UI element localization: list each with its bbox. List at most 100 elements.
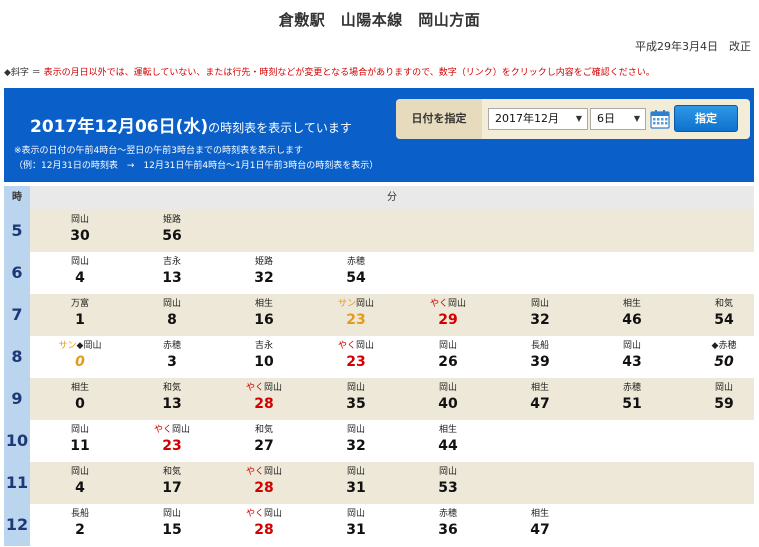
minute-link[interactable]: 3 — [126, 352, 218, 372]
departure-cell[interactable]: 岡山 43 — [586, 336, 678, 378]
departure-cell[interactable]: 岡山 30 — [34, 210, 126, 252]
departure-cell[interactable]: 長船 39 — [494, 336, 586, 378]
departure-cell[interactable]: 岡山 40 — [402, 378, 494, 420]
departure-cell[interactable]: やく岡山 23 — [310, 336, 402, 378]
destination-text: 岡山 — [70, 215, 89, 225]
destination-label: 長船 — [34, 504, 126, 520]
departure-cell[interactable]: 姫路 56 — [126, 210, 218, 252]
minute-link[interactable]: 27 — [218, 436, 310, 456]
minute-link[interactable]: 11 — [34, 436, 126, 456]
minute-link[interactable]: 47 — [494, 520, 586, 540]
minute-link[interactable]: 17 — [126, 478, 218, 498]
minute-link[interactable]: 1 — [34, 310, 126, 330]
minute-link[interactable]: 39 — [494, 352, 586, 372]
minute-link[interactable]: 23 — [126, 436, 218, 456]
minute-link[interactable]: 30 — [34, 226, 126, 246]
month-select[interactable]: 2017年12月 ▼ — [488, 108, 588, 130]
minute-link[interactable]: 43 — [586, 352, 678, 372]
departure-cell[interactable]: 岡山 15 — [126, 504, 218, 546]
departure-cell[interactable]: 和気 17 — [126, 462, 218, 504]
departure-cell[interactable]: 和気 54 — [678, 294, 759, 336]
departure-cell[interactable]: 相生 16 — [218, 294, 310, 336]
minute-link[interactable]: 2 — [34, 520, 126, 540]
banner-title: 2017年12月06日(水)の時刻表を表示しています — [30, 112, 352, 137]
minute-link[interactable]: 15 — [126, 520, 218, 540]
minute-link[interactable]: 46 — [586, 310, 678, 330]
departure-cell[interactable]: 和気 13 — [126, 378, 218, 420]
departure-cell[interactable]: 相生 46 — [586, 294, 678, 336]
departure-cell[interactable]: ◆赤穂 50 — [678, 336, 759, 378]
departure-cell[interactable]: 岡山 4 — [34, 462, 126, 504]
departure-cell[interactable]: 和気 27 — [218, 420, 310, 462]
departure-cell[interactable]: やく岡山 28 — [218, 378, 310, 420]
minute-link[interactable]: 23 — [310, 310, 402, 330]
minute-link[interactable]: 32 — [218, 268, 310, 288]
departure-cell[interactable]: 岡山 35 — [310, 378, 402, 420]
minute-link[interactable]: 47 — [494, 394, 586, 414]
departure-cell[interactable]: やく岡山 23 — [126, 420, 218, 462]
departure-cell[interactable]: 岡山 11 — [34, 420, 126, 462]
minute-link[interactable]: 26 — [402, 352, 494, 372]
departure-cell[interactable]: 姫路 32 — [218, 252, 310, 294]
departure-cell[interactable]: 吉永 10 — [218, 336, 310, 378]
minute-link[interactable]: 36 — [402, 520, 494, 540]
departure-cell[interactable]: やく岡山 28 — [218, 462, 310, 504]
departure-cell[interactable]: 岡山 32 — [310, 420, 402, 462]
departure-cell[interactable]: 吉永 13 — [126, 252, 218, 294]
minute-link[interactable]: 56 — [126, 226, 218, 246]
destination-text: 相生 — [254, 299, 273, 309]
minute-link[interactable]: 13 — [126, 394, 218, 414]
minute-link[interactable]: 0 — [34, 352, 126, 372]
departure-cell[interactable]: 赤穂 51 — [586, 378, 678, 420]
departure-cell[interactable]: 赤穂 3 — [126, 336, 218, 378]
departure-cell[interactable]: サン◆岡山 0 — [34, 336, 126, 378]
minute-link[interactable]: 23 — [310, 352, 402, 372]
departure-cell[interactable]: 万富 1 — [34, 294, 126, 336]
departure-cell[interactable]: 赤穂 54 — [310, 252, 402, 294]
minute-link[interactable]: 54 — [678, 310, 759, 330]
minute-link[interactable]: 51 — [586, 394, 678, 414]
minute-link[interactable]: 28 — [218, 394, 310, 414]
minute-link[interactable]: 29 — [402, 310, 494, 330]
departure-cell[interactable]: 岡山 53 — [402, 462, 494, 504]
departure-cell[interactable]: やく岡山 28 — [218, 504, 310, 546]
departure-cell[interactable]: 長船 2 — [34, 504, 126, 546]
calendar-icon[interactable] — [650, 109, 670, 129]
submit-date-button[interactable]: 指定 — [674, 105, 738, 132]
departure-cell[interactable]: サン岡山 23 — [310, 294, 402, 336]
minute-link[interactable]: 4 — [34, 268, 126, 288]
minute-link[interactable]: 59 — [678, 394, 759, 414]
minute-link[interactable]: 0 — [34, 394, 126, 414]
departure-cell[interactable]: 相生 44 — [402, 420, 494, 462]
minute-link[interactable]: 50 — [678, 352, 759, 372]
minute-link[interactable]: 53 — [402, 478, 494, 498]
minute-link[interactable]: 28 — [218, 478, 310, 498]
departure-cell[interactable]: 相生 47 — [494, 378, 586, 420]
departure-cell[interactable]: 岡山 31 — [310, 504, 402, 546]
departure-cell[interactable]: 岡山 31 — [310, 462, 402, 504]
minute-link[interactable]: 32 — [310, 436, 402, 456]
minute-link[interactable]: 32 — [494, 310, 586, 330]
minute-link[interactable]: 4 — [34, 478, 126, 498]
minute-link[interactable]: 31 — [310, 478, 402, 498]
minute-link[interactable]: 13 — [126, 268, 218, 288]
minute-link[interactable]: 44 — [402, 436, 494, 456]
minute-link[interactable]: 10 — [218, 352, 310, 372]
departure-cell[interactable]: 相生 0 — [34, 378, 126, 420]
minute-link[interactable]: 31 — [310, 520, 402, 540]
departure-cell[interactable]: 岡山 8 — [126, 294, 218, 336]
minute-link[interactable]: 40 — [402, 394, 494, 414]
departure-cell[interactable]: 岡山 32 — [494, 294, 586, 336]
day-select[interactable]: 6日 ▼ — [590, 108, 646, 130]
minute-link[interactable]: 8 — [126, 310, 218, 330]
minute-link[interactable]: 16 — [218, 310, 310, 330]
departure-cell[interactable]: やく岡山 29 — [402, 294, 494, 336]
minute-link[interactable]: 35 — [310, 394, 402, 414]
departure-cell[interactable]: 赤穂 36 — [402, 504, 494, 546]
departure-cell[interactable]: 岡山 59 — [678, 378, 759, 420]
minute-link[interactable]: 54 — [310, 268, 402, 288]
minute-link[interactable]: 28 — [218, 520, 310, 540]
departure-cell[interactable]: 相生 47 — [494, 504, 586, 546]
departure-cell[interactable]: 岡山 26 — [402, 336, 494, 378]
departure-cell[interactable]: 岡山 4 — [34, 252, 126, 294]
